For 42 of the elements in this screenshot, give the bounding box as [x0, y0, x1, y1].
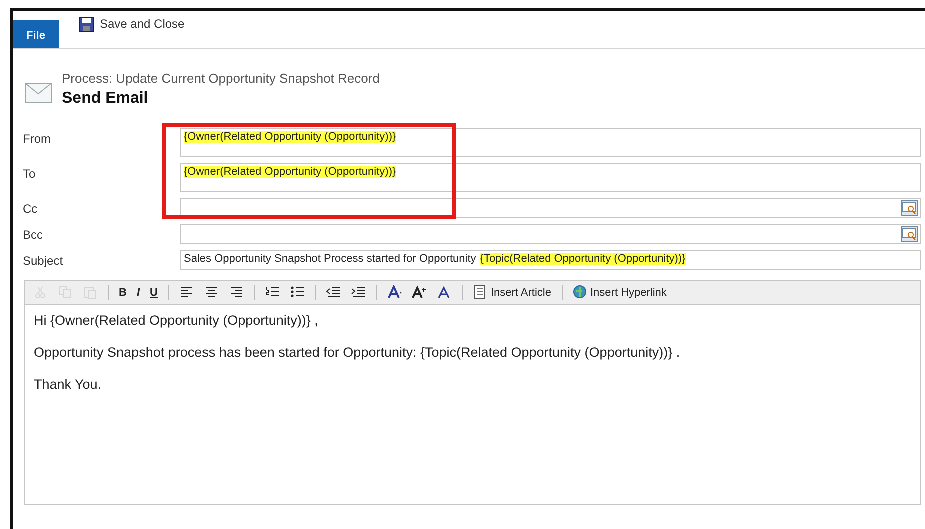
field-label: From	[22, 131, 52, 146]
input-field[interactable]	[180, 198, 921, 218]
clipboard-icon	[83, 285, 98, 300]
copy-icon	[58, 285, 73, 300]
outdent-button[interactable]	[324, 285, 343, 300]
field-label: Bcc	[22, 227, 44, 242]
underline-button[interactable]: U	[148, 286, 160, 298]
body-paragraph: Thank You.	[34, 377, 103, 392]
font-size-button[interactable]	[410, 285, 429, 300]
bulleted-list-icon	[290, 285, 305, 300]
insert-article-button[interactable]: Insert Article	[470, 285, 554, 300]
indent-icon	[350, 285, 366, 300]
lookup-icon[interactable]	[901, 226, 918, 242]
input-field[interactable]: {Owner(Related Opportunity (Opportunity))}	[180, 128, 921, 157]
insert-hyperlink-button[interactable]: Insert Hyperlink	[570, 285, 669, 300]
body-paragraph: Opportunity Snapshot process has been started for Opportunity: {Topic(Related Opportunity (Opportunity))} .	[34, 345, 682, 360]
field-label: Cc	[22, 201, 39, 216]
align-center-icon	[204, 285, 219, 300]
input-field[interactable]: Sales Opportunity Snapshot Process started for Opportunity {Topic(Related Opportunity (Opportunity))}	[180, 250, 921, 270]
email-body-editor[interactable]: Hi {Owner(Related Opportunity (Opportunity))} , Opportunity Snapshot process has been started for Opportunity: {Topic(Related Opportunity (Opportunity))} . Thank You.	[24, 305, 921, 505]
envelope-icon	[25, 83, 52, 103]
form-title: Send Email	[62, 90, 150, 108]
align-right-icon	[228, 285, 244, 300]
globe-icon	[572, 285, 588, 300]
save-and-close-button[interactable]: Save and Close	[59, 11, 185, 48]
process-name: Process: Update Current Opportunity Snapshot Record	[62, 71, 380, 86]
font-color-icon	[436, 285, 452, 300]
align-left-icon	[178, 285, 194, 300]
body-paragraph: Hi {Owner(Related Opportunity (Opportunity))} ,	[34, 313, 320, 328]
field-label: To	[22, 166, 37, 181]
italic-button[interactable]: I	[134, 286, 142, 298]
input-field[interactable]: {Owner(Related Opportunity (Opportunity))}	[180, 163, 921, 192]
outdent-icon	[326, 285, 341, 300]
bold-button[interactable]: B	[117, 286, 129, 298]
file-tab[interactable]: File	[13, 20, 59, 48]
scissors-icon	[33, 285, 48, 300]
lookup-icon[interactable]	[901, 200, 918, 216]
font-size-icon	[412, 285, 427, 300]
font-icon	[386, 285, 402, 300]
input-field[interactable]	[180, 224, 921, 244]
field-label: Subject	[22, 253, 64, 268]
document-icon	[472, 285, 488, 300]
